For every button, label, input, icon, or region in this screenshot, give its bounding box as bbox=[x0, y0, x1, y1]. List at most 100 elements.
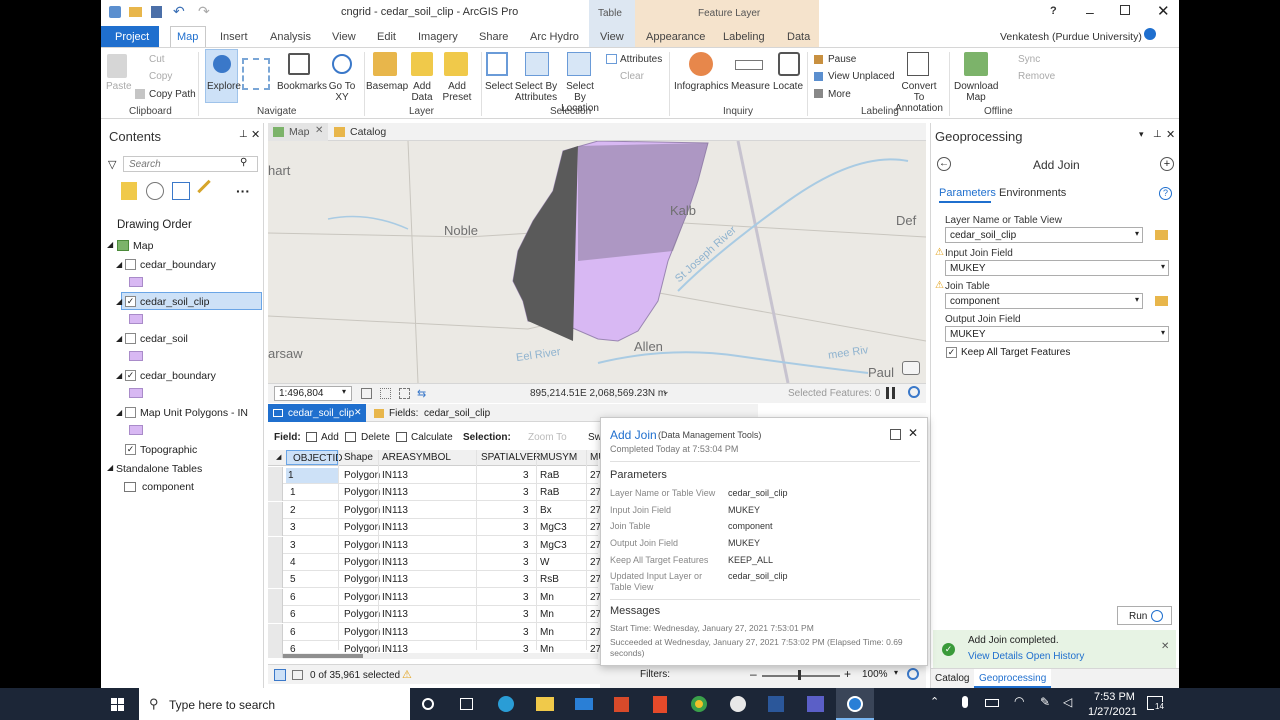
popup-open-icon[interactable] bbox=[890, 429, 901, 440]
chevron-down-icon[interactable]: ⌄ bbox=[662, 386, 670, 397]
list-by-selection-icon[interactable] bbox=[172, 182, 190, 200]
pin-icon[interactable]: ⊥ bbox=[239, 129, 248, 140]
table-row[interactable]: 1 Polygon IN113 3 RaB 272 bbox=[268, 467, 607, 484]
nav-grid-icon[interactable] bbox=[242, 58, 270, 90]
tray-chevron-icon[interactable]: ⌃ bbox=[930, 695, 939, 708]
layer-dropdown[interactable]: cedar_soil_clip ▾ bbox=[945, 227, 1143, 243]
add-preset-icon[interactable] bbox=[444, 52, 468, 76]
project-icon[interactable] bbox=[109, 6, 121, 18]
close-map-tab-icon[interactable]: ✕ bbox=[315, 125, 323, 136]
row-selector[interactable] bbox=[268, 536, 283, 554]
table-cell[interactable]: IN113 bbox=[382, 627, 408, 638]
copy-button[interactable]: Copy bbox=[149, 71, 172, 82]
table-cell[interactable]: MgC3 bbox=[540, 540, 567, 551]
sync-views-icon[interactable]: ⇆ bbox=[417, 387, 426, 400]
table-row[interactable]: 6 Polygon IN113 3 Mn 272 bbox=[268, 588, 607, 606]
corner-sort-icon[interactable]: ◢ bbox=[276, 453, 281, 461]
table-row[interactable]: 6 Polygon IN113 3 Mn 272 bbox=[268, 623, 607, 641]
table-cell[interactable]: 3 bbox=[523, 505, 529, 516]
row-selector[interactable] bbox=[268, 588, 283, 606]
tab-appearance[interactable]: Appearance bbox=[646, 31, 705, 43]
table-cell[interactable]: 3 bbox=[523, 522, 529, 533]
table-row[interactable]: 6 Polygon IN113 3 Mn 272 bbox=[268, 606, 607, 624]
table-cell[interactable]: 6 bbox=[290, 627, 296, 638]
column-musym[interactable]: MUSYM bbox=[540, 452, 577, 463]
checkbox-cedar-boundary[interactable] bbox=[125, 259, 136, 270]
column-objectid[interactable]: OBJECTID bbox=[286, 450, 342, 465]
table-row[interactable]: 3 Polygon IN113 3 MgC3 272 bbox=[268, 519, 607, 537]
table-cell[interactable]: MgC3 bbox=[540, 522, 567, 533]
table-cell[interactable]: 1 bbox=[286, 468, 338, 483]
file-explorer-icon[interactable] bbox=[536, 697, 554, 711]
table-row[interactable]: 2 Polygon IN113 3 Bx 272 bbox=[268, 501, 607, 519]
expand-icon[interactable]: ◢ bbox=[116, 297, 122, 306]
table-cell[interactable]: Polygon bbox=[344, 522, 380, 533]
tab-share[interactable]: Share bbox=[479, 31, 508, 43]
map-notes-icon[interactable] bbox=[902, 361, 920, 375]
goto-xy-icon[interactable] bbox=[332, 54, 352, 74]
list-by-source-icon[interactable] bbox=[146, 182, 164, 200]
user-name[interactable]: Venkatesh (Purdue University) bbox=[1000, 31, 1142, 43]
table-cell[interactable]: Mn bbox=[540, 627, 554, 638]
tab-analysis[interactable]: Analysis bbox=[270, 31, 311, 43]
table-cell[interactable]: Polygon bbox=[344, 505, 380, 516]
measure-button[interactable]: Measure bbox=[731, 81, 770, 92]
layer-cedar-boundary-2[interactable]: cedar_boundary bbox=[140, 370, 216, 382]
table-hscrollbar[interactable] bbox=[283, 653, 598, 659]
table-cell[interactable]: IN113 bbox=[382, 470, 408, 481]
tab-edit[interactable]: Edit bbox=[377, 31, 396, 43]
add-data-button[interactable]: Add Data bbox=[407, 81, 437, 103]
locate-icon[interactable] bbox=[778, 52, 800, 76]
infographics-icon[interactable] bbox=[689, 52, 713, 76]
row-selector[interactable] bbox=[268, 519, 283, 537]
table-row[interactable]: 1 Polygon IN113 3 RaB 272 bbox=[268, 484, 607, 502]
download-map-icon[interactable] bbox=[964, 52, 988, 76]
tab-table-view[interactable]: View bbox=[600, 31, 624, 43]
row-selector[interactable] bbox=[268, 554, 283, 571]
standalone-tables-header[interactable]: Standalone Tables bbox=[116, 463, 202, 475]
tab-map-view[interactable]: Map ✕ bbox=[268, 123, 328, 141]
delete-field-button[interactable]: Delete bbox=[361, 432, 390, 443]
table-cell[interactable]: 3 bbox=[523, 574, 529, 585]
table-cell[interactable]: 5 bbox=[290, 574, 296, 585]
tab-catalog-view[interactable]: Catalog bbox=[330, 123, 400, 141]
table-cell[interactable]: Mn bbox=[540, 609, 554, 620]
symbol-swatch[interactable] bbox=[129, 425, 143, 435]
tab-imagery[interactable]: Imagery bbox=[418, 31, 458, 43]
minimize-button[interactable]: – bbox=[1086, 4, 1094, 20]
table-cell[interactable]: IN113 bbox=[382, 592, 408, 603]
symbol-swatch[interactable] bbox=[129, 351, 143, 361]
table-cell[interactable]: IN113 bbox=[382, 505, 408, 516]
paste-button[interactable]: Paste bbox=[106, 81, 132, 92]
row-selector[interactable] bbox=[268, 484, 283, 502]
table-cell[interactable]: 3 bbox=[523, 557, 529, 568]
layout-icon[interactable] bbox=[399, 388, 410, 399]
battery-icon[interactable] bbox=[985, 699, 999, 707]
arcgis-pro-taskbar-button[interactable] bbox=[836, 688, 874, 720]
layer-map[interactable]: Map bbox=[133, 240, 153, 252]
office-icon[interactable] bbox=[614, 697, 629, 712]
table-row[interactable]: 4 Polygon IN113 3 W 272 bbox=[268, 554, 607, 571]
mail-icon[interactable] bbox=[575, 698, 593, 710]
grid-icon[interactable] bbox=[361, 388, 372, 399]
contents-search-input[interactable]: Search ⚲ bbox=[123, 156, 258, 172]
calculate-field-button[interactable]: Calculate bbox=[411, 432, 453, 443]
redo-icon[interactable]: ↷ bbox=[198, 3, 210, 20]
undo-icon[interactable]: ↶ bbox=[173, 3, 185, 20]
paste-icon[interactable] bbox=[107, 54, 127, 78]
geo-close-icon[interactable]: ✕ bbox=[1166, 128, 1175, 141]
table-cell[interactable]: 3 bbox=[523, 592, 529, 603]
open-icon[interactable] bbox=[129, 7, 142, 17]
layer-cedar-soil-clip[interactable]: cedar_soil_clip bbox=[140, 296, 209, 308]
bookmarks-button[interactable]: Bookmarks bbox=[277, 81, 327, 92]
volume-icon[interactable]: ◁ bbox=[1063, 695, 1072, 709]
teams-icon[interactable] bbox=[807, 696, 824, 712]
pause-button[interactable]: Pause bbox=[828, 54, 856, 65]
table-cell[interactable]: 1 bbox=[290, 487, 296, 498]
view-unplaced-button[interactable]: View Unplaced bbox=[828, 71, 895, 82]
select-icon[interactable] bbox=[486, 52, 508, 76]
close-button[interactable]: ✕ bbox=[1157, 2, 1170, 20]
table-cell[interactable]: 3 bbox=[290, 540, 296, 551]
table-cell[interactable]: 4 bbox=[290, 557, 296, 568]
measure-icon[interactable] bbox=[735, 60, 763, 70]
